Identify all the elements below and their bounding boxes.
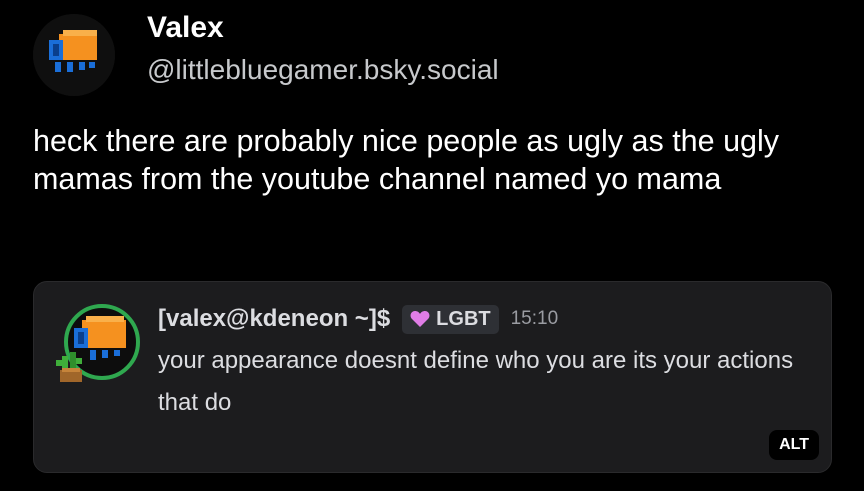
- pixel-robot-icon: [33, 14, 115, 96]
- embed-message-header: [valex@kdeneon ~]$ LGBT 15:10: [158, 302, 558, 336]
- post-text: heck there are probably nice people as u…: [33, 124, 780, 196]
- pink-heart-icon: [410, 311, 430, 327]
- author-avatar[interactable]: [33, 14, 115, 96]
- embed-message-text: your appearance doesnt define who you ar…: [158, 347, 794, 416]
- role-tag: LGBT: [402, 304, 499, 334]
- embed-username: [valex@kdeneon ~]$: [158, 305, 391, 332]
- role-tag-label: LGBT: [436, 307, 491, 330]
- embed-avatar: [52, 296, 140, 386]
- author-handle[interactable]: @littlebluegamer.bsky.social: [147, 52, 499, 88]
- author-display-name[interactable]: Valex: [147, 10, 224, 46]
- pixel-robot-plant-icon: [56, 304, 140, 382]
- embedded-image[interactable]: [valex@kdeneon ~]$ LGBT 15:10 your appea…: [33, 281, 832, 473]
- message-timestamp: 15:10: [510, 308, 559, 329]
- alt-text-button[interactable]: ALT: [769, 430, 819, 460]
